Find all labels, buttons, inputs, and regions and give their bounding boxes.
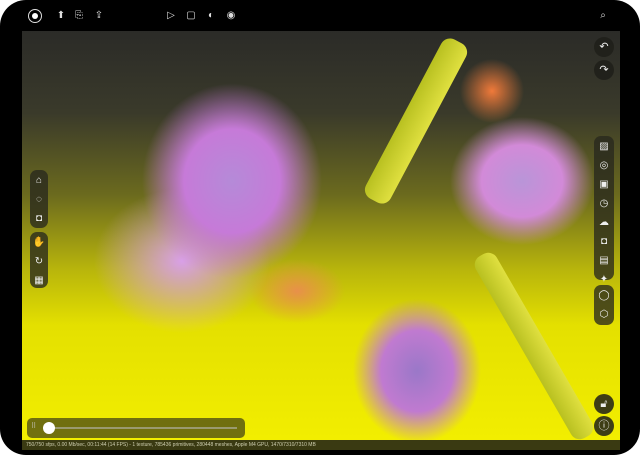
viewport-toggle-icon[interactable]: ◐	[204, 9, 218, 23]
zoom-icon[interactable]: ⌕	[596, 9, 610, 23]
timer-icon[interactable]: ◷	[596, 196, 612, 212]
info-button[interactable]: ⓘ	[594, 416, 614, 436]
gallery-icon[interactable]: ▤	[596, 253, 612, 269]
left-tool-panel-2: ✋ ↻ ▦	[30, 232, 48, 288]
material-icon[interactable]: ⬡	[596, 307, 612, 323]
redo-button[interactable]: ↷	[594, 60, 614, 80]
app-window: ⬆ ⎘ ⇪ ▷ ▢ ◐ ◉ ⌕ ↶ ↷ ⌂ ◌ ◘ ✋ ↻ ▦ ▨ ◎ ▣ ◷ …	[0, 0, 640, 455]
settings-icon[interactable]: ◉	[224, 9, 238, 23]
rotate-hand-icon[interactable]: ↻	[31, 254, 47, 270]
top-toolbar: ⬆ ⎘ ⇪ ▷ ▢ ◐ ◉ ⌕	[0, 0, 640, 31]
refresh-icon[interactable]: ◯	[596, 288, 612, 304]
right-tool-panel-2: ◯ ⬡	[594, 285, 614, 325]
timeline-knob[interactable]	[43, 422, 55, 434]
checker-icon[interactable]: ▦	[31, 273, 47, 289]
timeline-track[interactable]	[49, 427, 237, 429]
play-icon[interactable]: ▷	[164, 9, 178, 23]
unlock-button[interactable]: 🔓︎	[594, 394, 614, 414]
undo-button[interactable]: ↶	[594, 37, 614, 57]
weather-icon[interactable]: ☁	[596, 215, 612, 231]
right-tool-panel-1: ▨ ◎ ▣ ◷ ☁ ◘ ▤ ✦	[594, 136, 614, 285]
save-icon[interactable]: ⎘	[72, 9, 86, 23]
drag-handle-icon[interactable]: ⠿	[31, 422, 36, 430]
stop-icon[interactable]: ▢	[184, 9, 198, 23]
share-icon[interactable]: ⇪	[92, 9, 106, 23]
status-bar: 750/750 sfps, 0.00 Mb/sec, 00:11:44 (14 …	[22, 440, 620, 450]
render-viewport[interactable]	[22, 31, 620, 440]
plant-stem	[471, 249, 597, 440]
focus-picker-icon[interactable]: ◌	[31, 192, 47, 208]
render-image-icon[interactable]: ▣	[596, 177, 612, 193]
pan-hand-icon[interactable]: ✋	[31, 235, 47, 251]
left-tool-panel-1: ⌂ ◌ ◘	[30, 170, 48, 228]
plant-stem	[361, 34, 471, 208]
object-picker-icon[interactable]: ⌂	[31, 173, 47, 189]
target-icon[interactable]: ◎	[596, 158, 612, 174]
timeline-scrubber[interactable]: ⠿	[27, 418, 245, 438]
import-icon[interactable]: ⬆	[54, 9, 68, 23]
image-icon[interactable]: ▨	[596, 139, 612, 155]
camera-icon[interactable]: ◘	[31, 211, 47, 227]
camera-icon[interactable]: ◘	[596, 234, 612, 250]
